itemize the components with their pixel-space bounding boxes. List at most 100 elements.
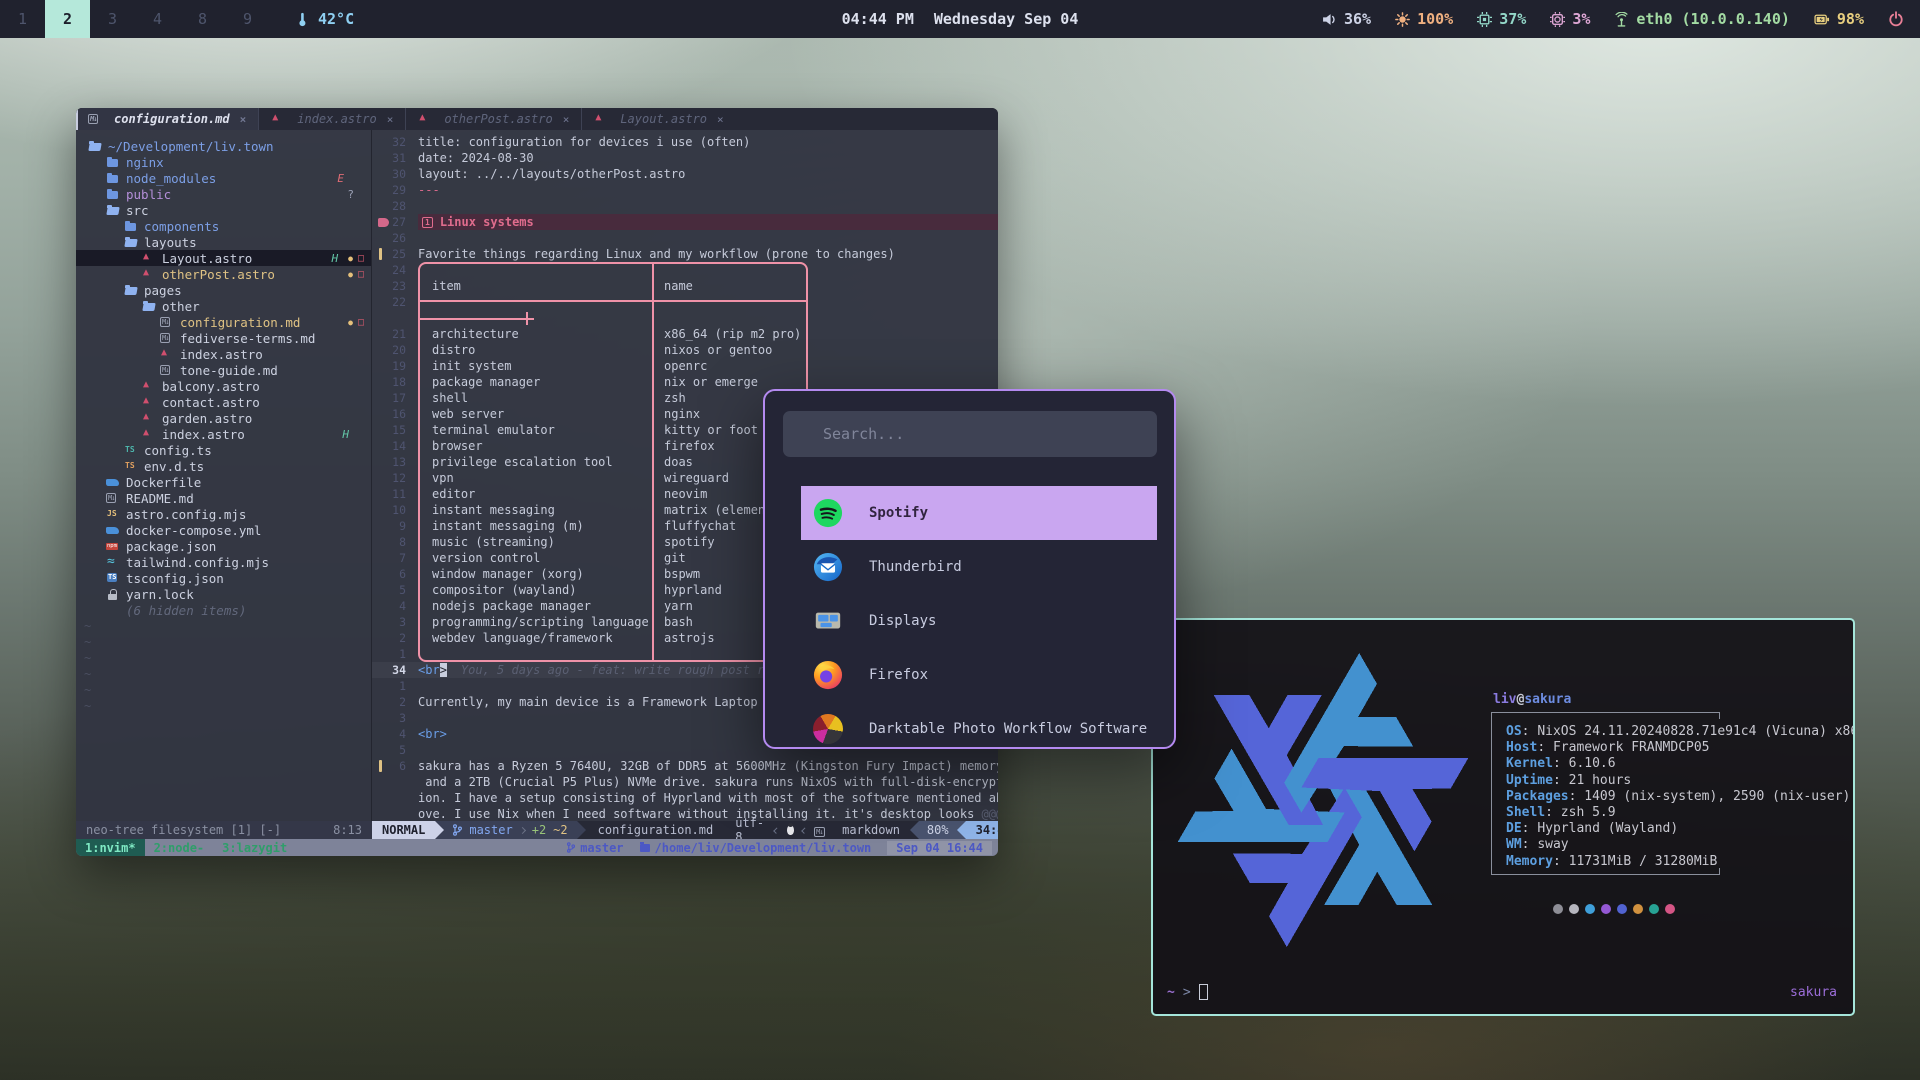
workspace-button[interactable]: 1 [0,0,45,38]
cpu-value: 37% [1499,10,1526,28]
file-name: node_modules [126,171,216,186]
volume-module[interactable]: 36% [1322,10,1371,28]
tab-close-icon[interactable]: × [387,113,394,126]
search-input[interactable] [783,411,1157,457]
tree-file-row[interactable]: tsconfig.json [76,570,371,586]
diff-added: +2 [532,823,546,837]
editor-tab[interactable]: Layout.astro × [581,108,735,130]
editor-tab[interactable]: configuration.md × [76,108,258,130]
tree-file-row[interactable]: astro.config.mjs [76,506,371,522]
tree-file-row[interactable]: configuration.md ●□ [76,314,371,330]
gpu-module[interactable]: 3% [1550,10,1590,28]
table-cell-item: shell [432,390,468,406]
file-type-icon [271,111,287,127]
file-type-icon [124,218,140,234]
tab-close-icon[interactable]: × [717,113,724,126]
scroll-percent: 80% [919,821,957,839]
launcher-item-darktable[interactable]: Darktable Photo Workflow Software [801,702,1157,749]
battery-module[interactable]: 98% [1814,10,1864,28]
cursor-position: 34:4 [966,821,998,839]
tab-close-icon[interactable]: × [240,113,247,126]
fetch-info-line: OSNixOS 24.11.20240828.71e91c4 (Vicuna) … [1506,724,1855,740]
tab-close-icon[interactable]: × [563,113,570,126]
tmux-statusbar: 1:nvim* 2:node- 3:lazygit master /home/l… [76,839,998,856]
launcher-item-label: Darktable Photo Workflow Software [869,721,1147,737]
workspace-button[interactable]: 3 [90,0,135,38]
file-type-icon [106,570,122,586]
tree-file-row[interactable]: fediverse-terms.md [76,330,371,346]
table-cell-item: web server [432,406,504,422]
power-button[interactable] [1888,11,1904,27]
launcher-item-displays[interactable]: Displays [801,594,1157,648]
launcher-item-thunderbird[interactable]: Thunderbird [801,540,1157,594]
launcher-item-spotify[interactable]: Spotify [801,486,1157,540]
cpu-module[interactable]: 37% [1477,10,1526,28]
tree-file-row[interactable]: docker-compose.yml [76,522,371,538]
tree-file-row[interactable]: index.astro [76,346,371,362]
tree-file-row[interactable]: other [76,298,371,314]
network-module[interactable]: eth0 (10.0.0.140) [1614,10,1790,28]
fetch-info-line: HostFramework FRANMDCP05 [1506,740,1855,756]
tmux-window-active[interactable]: 1:nvim* [76,839,145,856]
tree-file-row[interactable]: contact.astro [76,394,371,410]
git-status-markers [344,138,364,154]
fastfetch-terminal-window[interactable]: liv@sakura OSNixOS 24.11.20240828.71e91c… [1151,618,1855,1016]
workspace-button[interactable]: 8 [180,0,225,38]
tree-file-row[interactable]: tone-guide.md [76,362,371,378]
tree-file-row[interactable]: nginx [76,154,371,170]
tree-file-row[interactable]: node_modules E [76,170,371,186]
tree-file-row[interactable]: tailwind.config.mjs [76,554,371,570]
tree-file-row[interactable]: (6 hidden items) [76,602,371,618]
file-type-icon [106,554,122,570]
tmux-window[interactable]: 3:lazygit [213,839,296,856]
file-type-icon [88,111,104,127]
table-cell-item: browser [432,438,483,454]
tree-file-row[interactable]: env.d.ts [76,458,371,474]
tree-file-row[interactable]: garden.astro [76,410,371,426]
git-status-markers: ●□ [333,266,364,282]
file-type-icon [124,282,140,298]
shell-prompt[interactable]: ~> [1167,984,1208,1000]
tree-file-row[interactable]: layouts [76,234,371,250]
git-status-markers [344,362,364,378]
table-cell-name: doas [664,454,693,470]
buffer-line [372,310,998,326]
clock-module[interactable]: 04:44 PM Wednesday Sep 04 [842,10,1079,28]
tree-file-row[interactable]: package.json [76,538,371,554]
table-cell-item: privilege escalation tool [432,454,613,470]
network-value: eth0 (10.0.0.140) [1636,10,1790,28]
tree-file-row[interactable]: README.md [76,490,371,506]
file-type-icon [124,442,140,458]
table-cell-item: terminal emulator [432,422,555,438]
app-launcher[interactable]: Spotify Thunderbird Displays Firefox Dar… [763,389,1176,749]
workspace-button[interactable]: 9 [225,0,270,38]
tree-file-row[interactable]: src [76,202,371,218]
editor-tab[interactable]: index.astro × [258,108,405,130]
tree-file-row[interactable]: Layout.astro H●□ [76,250,371,266]
workspace-button[interactable]: 2 [45,0,90,38]
editor-tab[interactable]: otherPost.astro × [405,108,581,130]
file-type-icon [160,314,176,330]
workspace-button[interactable]: 4 [135,0,180,38]
tree-file-row[interactable]: yarn.lock [76,586,371,602]
tree-file-row[interactable]: otherPost.astro ●□ [76,266,371,282]
brightness-module[interactable]: 100% [1395,10,1453,28]
neotree-file-explorer[interactable]: ~/Development/liv.town nginx node_module… [76,130,372,821]
file-type-icon [142,298,158,314]
tree-file-row[interactable]: pages [76,282,371,298]
brightness-value: 100% [1417,10,1453,28]
tree-file-row[interactable]: balcony.astro [76,378,371,394]
markdown-icon [814,824,830,837]
tree-file-row[interactable]: index.astro H [76,426,371,442]
tmux-window[interactable]: 2:node- [145,839,214,856]
cpu-chip-icon [1477,12,1492,27]
tab-label: index.astro [297,112,376,126]
heading-text: Linux systems [440,215,534,229]
tree-file-row[interactable]: ~/Development/liv.town [76,138,371,154]
launcher-item-firefox[interactable]: Firefox [801,648,1157,702]
tree-file-row[interactable]: config.ts [76,442,371,458]
tree-file-row[interactable]: public ? [76,186,371,202]
tree-file-row[interactable]: Dockerfile [76,474,371,490]
file-name: otherPost.astro [162,267,275,282]
tree-file-row[interactable]: components [76,218,371,234]
